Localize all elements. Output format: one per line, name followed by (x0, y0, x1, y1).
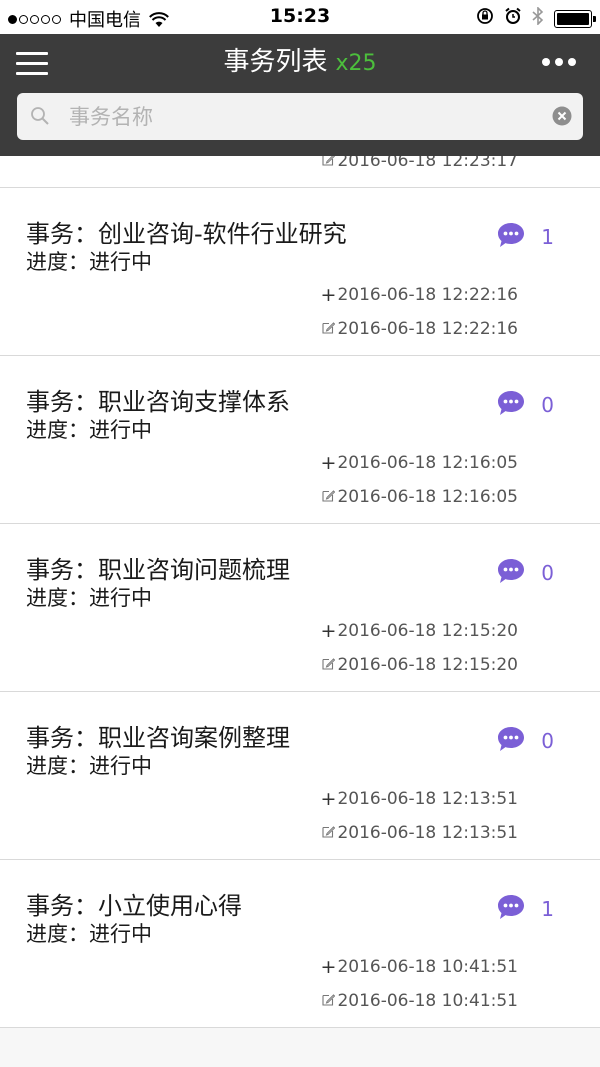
task-title: 事务：小立使用心得 (26, 892, 242, 920)
comment-count: 1 (541, 225, 554, 249)
task-list-item[interactable]: 事务：职业咨询问题梳理 进度：进行中 0 +2016-06-18 12:15:2… (0, 524, 600, 692)
comment-indicator[interactable]: 0 (497, 390, 554, 420)
modified-time: 2016-06-18 12:15:20 (322, 655, 518, 675)
comment-indicator[interactable]: 0 (497, 558, 554, 588)
created-time-text: 2016-06-18 10:41:51 (337, 957, 518, 977)
created-time-text: 2016-06-18 12:13:51 (337, 789, 518, 809)
clear-circle-x-icon[interactable] (552, 106, 572, 130)
edit-icon (322, 156, 336, 171)
created-time: +2016-06-18 12:22:16 (321, 284, 518, 306)
item-count-badge: x25 (335, 51, 377, 76)
task-progress: 进度：进行中 (26, 922, 152, 946)
plus-icon: + (320, 284, 337, 306)
comment-count: 1 (541, 897, 554, 921)
page-title-text: 事务列表 (223, 47, 328, 77)
task-list-item[interactable]: 事务： 进度：进行中 0 +2016-06-18 12:23:17 (0, 156, 600, 188)
created-time-text: 2016-06-18 12:22:16 (337, 285, 518, 305)
comment-count: 0 (541, 393, 554, 417)
edit-icon (322, 823, 336, 843)
page-title: 事务列表 x25 (0, 44, 600, 82)
chat-bubble-icon (497, 894, 525, 924)
plus-icon: + (320, 788, 337, 810)
comment-indicator[interactable]: 0 (497, 726, 554, 756)
task-list-item[interactable]: 事务：创业咨询-软件行业研究 进度：进行中 1 +2016-06-18 12:2… (0, 188, 600, 356)
created-time: +2016-06-18 12:15:20 (321, 620, 518, 642)
chat-bubble-icon (497, 726, 525, 756)
task-list-inner: 事务： 进度：进行中 0 +2016-06-18 12:23:17 (0, 156, 600, 1028)
task-title: 事务：职业咨询问题梳理 (26, 556, 290, 584)
bluetooth-icon (532, 6, 544, 30)
comment-indicator[interactable]: 1 (497, 894, 554, 924)
created-time-text: 2016-06-18 12:15:20 (337, 621, 518, 641)
task-list-item[interactable]: 事务：职业咨询案例整理 进度：进行中 0 +2016-06-18 12:13:5… (0, 692, 600, 860)
edit-icon (322, 487, 336, 507)
comment-indicator[interactable]: 1 (497, 222, 554, 252)
modified-time: 2016-06-18 12:23:17 (322, 156, 518, 171)
modified-time-text: 2016-06-18 12:16:05 (337, 487, 518, 507)
search-icon (29, 105, 51, 131)
task-title: 事务：职业咨询支撑体系 (26, 388, 290, 416)
plus-icon: + (320, 956, 337, 978)
created-time: +2016-06-18 10:41:51 (321, 956, 518, 978)
comment-count: 0 (541, 729, 554, 753)
more-dots-icon[interactable] (537, 58, 576, 66)
task-title: 事务：创业咨询-软件行业研究 (26, 220, 347, 248)
modified-time: 2016-06-18 12:22:16 (322, 319, 518, 339)
modified-time: 2016-06-18 12:16:05 (322, 487, 518, 507)
nav-bar: 事务列表 x25 (0, 34, 600, 156)
edit-icon (322, 319, 336, 339)
plus-icon: + (320, 452, 337, 474)
modified-time-text: 2016-06-18 10:41:51 (337, 991, 518, 1011)
modified-time: 2016-06-18 10:41:51 (322, 991, 518, 1011)
created-time: +2016-06-18 12:13:51 (321, 788, 518, 810)
task-progress: 进度：进行中 (26, 418, 152, 442)
modified-time-text: 2016-06-18 12:15:20 (337, 655, 518, 675)
battery-icon (554, 9, 596, 28)
search-input[interactable] (67, 93, 537, 140)
search-bar (17, 93, 583, 140)
chat-bubble-icon (497, 222, 525, 252)
task-list[interactable]: 事务： 进度：进行中 0 +2016-06-18 12:23:17 (0, 156, 600, 1067)
created-time: +2016-06-18 12:16:05 (321, 452, 518, 474)
task-progress: 进度：进行中 (26, 250, 152, 274)
rotation-lock-icon (476, 7, 494, 30)
edit-icon (322, 655, 336, 675)
task-title: 事务：职业咨询案例整理 (26, 724, 290, 752)
modified-time-text: 2016-06-18 12:13:51 (337, 823, 518, 843)
chat-bubble-icon (497, 558, 525, 588)
chat-bubble-icon (497, 390, 525, 420)
task-list-item[interactable]: 事务：职业咨询支撑体系 进度：进行中 0 +2016-06-18 12:16:0… (0, 356, 600, 524)
task-list-item[interactable]: 事务：小立使用心得 进度：进行中 1 +2016-06-18 10:41:51 (0, 860, 600, 1028)
task-progress: 进度：进行中 (26, 586, 152, 610)
edit-icon (322, 991, 336, 1011)
modified-time: 2016-06-18 12:13:51 (322, 823, 518, 843)
plus-icon: + (320, 620, 337, 642)
created-time-text: 2016-06-18 12:16:05 (337, 453, 518, 473)
task-progress: 进度：进行中 (26, 754, 152, 778)
comment-count: 0 (541, 561, 554, 585)
alarm-icon (504, 7, 522, 30)
status-bar: 中国电信 15:23 (0, 0, 600, 34)
status-right (466, 6, 596, 30)
modified-time-text: 2016-06-18 12:22:16 (337, 319, 518, 339)
modified-time-text: 2016-06-18 12:23:17 (337, 156, 518, 171)
